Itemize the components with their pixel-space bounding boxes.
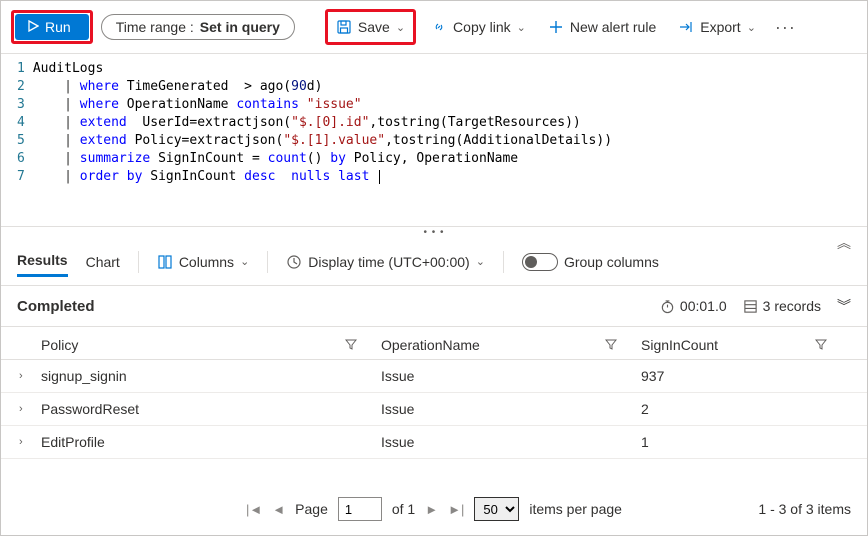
prev-page-button[interactable]: ◄ [272, 502, 285, 517]
table-header: Policy OperationName SignInCount [1, 327, 867, 360]
pagination: |◄ ◄ Page of 1 ► ►| 50 items per page 1 … [1, 483, 867, 535]
new-alert-rule-button[interactable]: New alert rule [541, 13, 663, 41]
table-row[interactable]: ›PasswordResetIssue2 [1, 393, 867, 426]
time-range-value: Set in query [200, 19, 280, 35]
group-columns-label: Group columns [564, 254, 659, 270]
export-button[interactable]: Export ⌄ [671, 13, 763, 41]
export-icon [678, 19, 694, 35]
page-input[interactable] [338, 497, 382, 521]
page-of-label: of 1 [392, 501, 415, 517]
plus-icon [548, 19, 564, 35]
highlight-save: Save ⌄ [325, 9, 416, 45]
group-columns-toggle[interactable]: Group columns [522, 253, 659, 271]
separator [267, 251, 268, 273]
table-row[interactable]: ›EditProfileIssue1 [1, 426, 867, 459]
table-row[interactable]: ›signup_signinIssue937 [1, 360, 867, 393]
table-body: ›signup_signinIssue937›PasswordResetIssu… [1, 360, 867, 459]
col-count[interactable]: SignInCount [641, 337, 718, 353]
drag-dots-icon: • • • [423, 227, 444, 238]
col-operation[interactable]: OperationName [381, 337, 480, 353]
link-icon [431, 19, 447, 35]
run-label: Run [45, 19, 71, 35]
chevron-down-icon: ⌄ [517, 21, 526, 34]
toggle-icon [522, 253, 558, 271]
display-time-button[interactable]: Display time (UTC+00:00) ⌄ [286, 254, 485, 270]
columns-button[interactable]: Columns ⌄ [157, 254, 249, 270]
separator [138, 251, 139, 273]
per-page-label: items per page [529, 501, 622, 517]
tab-chart[interactable]: Chart [86, 248, 120, 276]
filter-icon[interactable] [815, 337, 827, 353]
separator [503, 251, 504, 273]
chevron-down-icon: ⌄ [396, 21, 405, 34]
app-frame: Run Time range : Set in query Save ⌄ Cop… [0, 0, 868, 536]
copy-link-button[interactable]: Copy link ⌄ [424, 13, 533, 41]
run-button[interactable]: Run [15, 14, 89, 40]
columns-label: Columns [179, 254, 234, 270]
chevron-down-icon: ⌄ [240, 255, 249, 268]
cell-policy: EditProfile [41, 434, 381, 450]
duration: 00:01.0 [660, 298, 727, 314]
copy-link-label: Copy link [453, 19, 511, 35]
results-tabs: Results Chart Columns ⌄ Display time (UT… [1, 238, 867, 286]
record-count: 3 records [743, 298, 821, 314]
chevron-down-icon: ⌄ [747, 21, 756, 34]
cell-count: 2 [641, 401, 851, 417]
filter-icon[interactable] [605, 337, 617, 353]
expand-icon[interactable]: › [19, 403, 41, 415]
time-range-label: Time range : [116, 19, 194, 35]
last-page-button[interactable]: ►| [448, 502, 464, 517]
save-button[interactable]: Save ⌄ [329, 13, 412, 41]
save-icon [336, 19, 352, 35]
cell-policy: signup_signin [41, 368, 381, 384]
display-time-label: Display time (UTC+00:00) [308, 254, 469, 270]
status-row: Completed 00:01.0 3 records ︾ [1, 286, 867, 327]
export-label: Export [700, 19, 740, 35]
page-label: Page [295, 501, 328, 517]
pagination-summary: 1 - 3 of 3 items [758, 501, 851, 517]
time-range-picker[interactable]: Time range : Set in query [101, 14, 295, 40]
tab-results[interactable]: Results [17, 246, 68, 277]
status-label: Completed [17, 298, 95, 315]
cell-count: 937 [641, 368, 851, 384]
cell-policy: PasswordReset [41, 401, 381, 417]
cell-operation: Issue [381, 368, 641, 384]
expand-icon[interactable]: › [19, 370, 41, 382]
collapse-down-icon[interactable]: ︾ [837, 296, 851, 316]
toolbar: Run Time range : Set in query Save ⌄ Cop… [1, 1, 867, 54]
save-label: Save [358, 19, 390, 35]
chevron-down-icon: ⌄ [476, 255, 485, 268]
next-page-button[interactable]: ► [425, 502, 438, 517]
first-page-button[interactable]: |◄ [246, 502, 262, 517]
alert-label: New alert rule [570, 19, 656, 35]
play-icon [27, 19, 39, 35]
query-editor[interactable]: 1234567 AuditLogs | where TimeGenerated … [1, 54, 867, 226]
filter-icon[interactable] [345, 337, 357, 353]
page-size-select[interactable]: 50 [474, 497, 519, 521]
cell-operation: Issue [381, 434, 641, 450]
duration-value: 00:01.0 [680, 298, 727, 314]
splitter[interactable]: • • • ︽ [1, 226, 867, 238]
cell-operation: Issue [381, 401, 641, 417]
cell-count: 1 [641, 434, 851, 450]
col-policy[interactable]: Policy [41, 337, 78, 353]
line-gutter: 1234567 [1, 60, 33, 186]
more-menu[interactable]: ··· [771, 17, 800, 38]
record-count-value: 3 records [763, 298, 821, 314]
highlight-run: Run [11, 10, 93, 44]
expand-icon[interactable]: › [19, 436, 41, 448]
code-area[interactable]: AuditLogs | where TimeGenerated > ago(90… [33, 60, 867, 186]
collapse-up-icon[interactable]: ︽ [837, 233, 851, 253]
